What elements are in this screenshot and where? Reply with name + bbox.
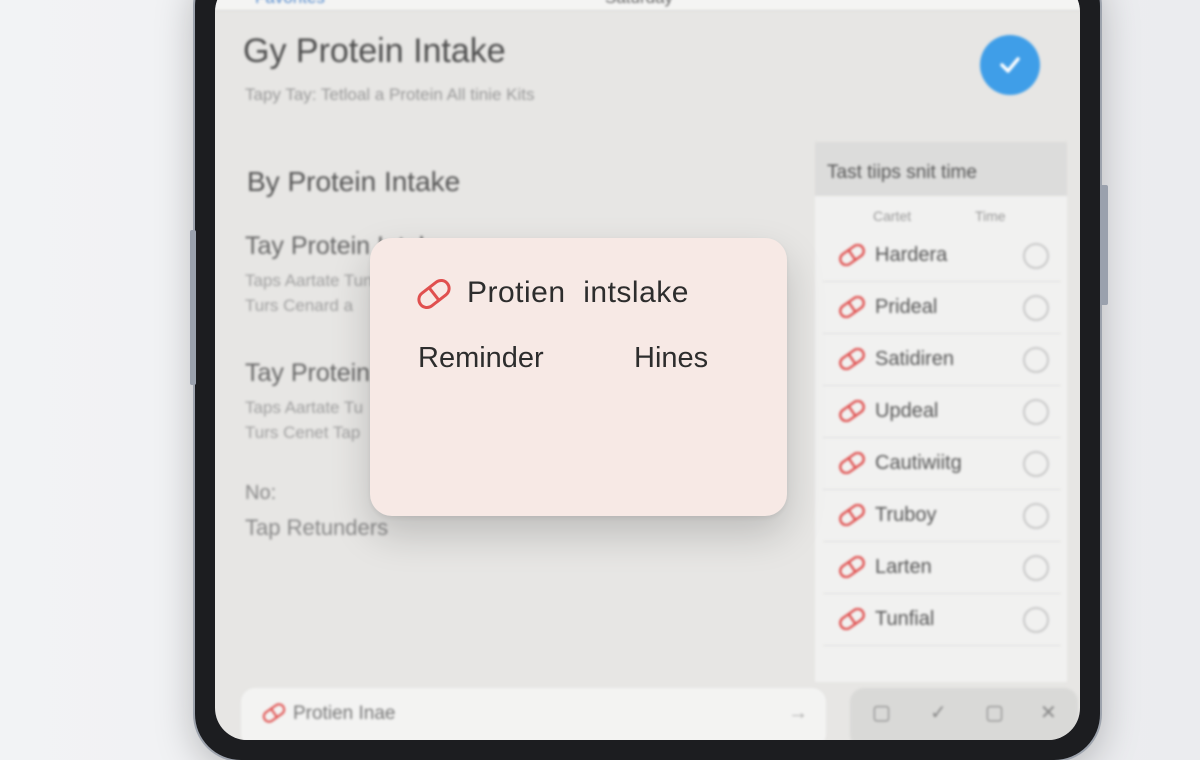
page-title: Gy Protein Intake bbox=[243, 32, 506, 70]
square-icon[interactable]: ▢ bbox=[872, 700, 891, 725]
block-line: Turs Cenard a bbox=[245, 296, 354, 315]
square-icon[interactable]: ▢ bbox=[985, 700, 1004, 725]
list-item[interactable]: Truboy bbox=[823, 491, 1061, 542]
list-item-label: Prideal bbox=[875, 296, 938, 318]
arrow-right-icon[interactable]: → bbox=[788, 702, 808, 725]
pill-icon bbox=[839, 244, 865, 266]
column-header-cartet: Cartet bbox=[873, 208, 912, 224]
checkmark-icon bbox=[1000, 57, 1020, 73]
block-line: Turs Cenet Tap bbox=[245, 423, 361, 442]
list-item-label: Larten bbox=[875, 556, 932, 578]
popup-hines-label[interactable]: Hines bbox=[634, 342, 708, 375]
pill-icon bbox=[262, 703, 286, 723]
list-item[interactable]: Larten bbox=[823, 543, 1061, 594]
side-panel: Tast tiips snit time Cartet Time Hardera… bbox=[815, 142, 1067, 682]
check-icon[interactable]: ✓ bbox=[930, 700, 947, 725]
list-item[interactable]: Hardera bbox=[823, 231, 1061, 282]
pill-icon bbox=[839, 452, 865, 474]
popup-reminder-label[interactable]: Reminder bbox=[418, 342, 544, 375]
list-item[interactable]: Cautiwiitg bbox=[823, 439, 1061, 490]
list-item-label: Tunfial bbox=[875, 608, 935, 630]
top-bar: Favorites Saturday bbox=[215, 0, 1080, 11]
list-item-label: Truboy bbox=[875, 504, 937, 526]
page-subtitle: Tapy Tay: Tetloal a Protein All tinie Ki… bbox=[245, 85, 535, 104]
radio-button[interactable] bbox=[1023, 243, 1049, 269]
pill-icon bbox=[839, 556, 865, 578]
block-title: Tay Protein bbox=[245, 359, 371, 387]
close-icon[interactable]: ✕ bbox=[1040, 700, 1057, 725]
list-item-label: Updeal bbox=[875, 400, 939, 422]
list-item-label: Satidiren bbox=[875, 348, 954, 370]
radio-button[interactable] bbox=[1023, 295, 1049, 321]
pill-icon bbox=[839, 296, 865, 318]
pill-icon bbox=[839, 400, 865, 422]
column-header-time: Time bbox=[975, 208, 1006, 224]
popup-title: Protien intslake bbox=[467, 276, 689, 309]
list-item[interactable]: Prideal bbox=[823, 283, 1061, 334]
confirm-button[interactable] bbox=[980, 35, 1040, 95]
back-button[interactable]: Favorites bbox=[255, 0, 325, 8]
top-bar-title: Saturday bbox=[605, 0, 673, 8]
side-panel-header: Tast tiips snit time bbox=[815, 142, 1067, 196]
bottom-reminder-bar[interactable]: Protien Inae → bbox=[241, 688, 826, 740]
list-item[interactable]: Tunfial bbox=[823, 595, 1061, 646]
pill-icon bbox=[417, 278, 451, 310]
radio-button[interactable] bbox=[1023, 451, 1049, 477]
pill-icon bbox=[839, 504, 865, 526]
tap-reminders-link[interactable]: Tap Retunders bbox=[245, 515, 388, 541]
section-title: By Protein Intake bbox=[247, 166, 461, 197]
side-button-left bbox=[190, 230, 196, 385]
block-line: Taps Aartate Tun bbox=[245, 271, 373, 290]
bottom-toolbar: ▢ ✓ ▢ ✕ bbox=[850, 688, 1078, 740]
reminder-popup[interactable]: Protien intslake Reminder Hines bbox=[370, 238, 787, 516]
list-item[interactable]: Satidiren bbox=[823, 335, 1061, 386]
radio-button[interactable] bbox=[1023, 399, 1049, 425]
list-item-label: Cautiwiitg bbox=[875, 452, 962, 474]
list-item[interactable]: Updeal bbox=[823, 387, 1061, 438]
side-button-right bbox=[1100, 185, 1108, 305]
pill-icon bbox=[839, 348, 865, 370]
radio-button[interactable] bbox=[1023, 503, 1049, 529]
pill-icon bbox=[839, 608, 865, 630]
no-label: No: bbox=[245, 482, 277, 504]
bottom-bar-label: Protien Inae bbox=[293, 703, 396, 724]
list-item-label: Hardera bbox=[875, 244, 948, 266]
radio-button[interactable] bbox=[1023, 347, 1049, 373]
radio-button[interactable] bbox=[1023, 555, 1049, 581]
radio-button[interactable] bbox=[1023, 607, 1049, 633]
block-line: Taps Aartate Tu bbox=[245, 398, 364, 417]
